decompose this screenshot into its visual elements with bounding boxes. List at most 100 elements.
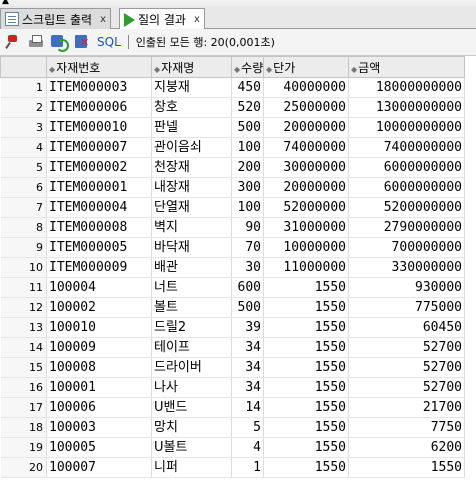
- name-cell[interactable]: 단열재: [151, 197, 232, 218]
- name-cell[interactable]: 니퍼: [151, 457, 232, 478]
- row-number-cell[interactable]: 7: [0, 197, 47, 218]
- amount-cell[interactable]: 775000: [348, 297, 465, 318]
- amount-cell[interactable]: 6000000000: [348, 177, 465, 198]
- tab-script-output[interactable]: 스크립트 출력 x: [0, 8, 111, 29]
- row-number-cell[interactable]: 20: [0, 457, 47, 478]
- price-cell[interactable]: 1550: [263, 337, 349, 358]
- table-row[interactable]: 11 100004 너트 600 1550 930000: [0, 277, 465, 298]
- price-cell[interactable]: 40000000: [263, 77, 349, 98]
- table-row[interactable]: 10 ITEM000009 배관 30 11000000 330000000: [0, 257, 465, 278]
- code-cell[interactable]: ITEM000005: [46, 237, 152, 258]
- table-row[interactable]: 19 100005 U볼트 4 1550 6200: [0, 437, 465, 458]
- code-cell[interactable]: ITEM000006: [46, 97, 152, 118]
- table-row[interactable]: 14 100009 테이프 34 1550 52700: [0, 337, 465, 358]
- code-cell[interactable]: 100001: [46, 377, 152, 398]
- qty-cell[interactable]: 90: [231, 217, 264, 238]
- code-cell[interactable]: ITEM000009: [46, 257, 152, 278]
- table-row[interactable]: 16 100001 나사 34 1550 52700: [0, 377, 465, 398]
- qty-cell[interactable]: 1: [231, 457, 264, 478]
- price-cell[interactable]: 1550: [263, 457, 349, 478]
- qty-cell[interactable]: 500: [231, 297, 264, 318]
- amount-cell[interactable]: 7750: [348, 417, 465, 438]
- row-number-cell[interactable]: 16: [0, 377, 47, 398]
- code-cell[interactable]: ITEM000008: [46, 217, 152, 238]
- price-cell[interactable]: 20000000: [263, 177, 349, 198]
- code-cell[interactable]: ITEM000001: [46, 177, 152, 198]
- amount-cell[interactable]: 52700: [348, 377, 465, 398]
- amount-cell[interactable]: 2790000000: [348, 217, 465, 238]
- qty-cell[interactable]: 520: [231, 97, 264, 118]
- row-number-cell[interactable]: 10: [0, 257, 47, 278]
- column-header-name[interactable]: ◆자재명: [151, 56, 232, 78]
- table-row[interactable]: 20 100007 니퍼 1 1550 1550: [0, 457, 465, 478]
- qty-cell[interactable]: 500: [231, 117, 264, 138]
- table-row[interactable]: 3 ITEM000010 판넬 500 20000000 10000000000: [0, 117, 465, 138]
- price-cell[interactable]: 31000000: [263, 217, 349, 238]
- row-number-cell[interactable]: 2: [0, 97, 47, 118]
- qty-cell[interactable]: 100: [231, 197, 264, 218]
- qty-cell[interactable]: 34: [231, 357, 264, 378]
- code-cell[interactable]: 100004: [46, 277, 152, 298]
- refresh-icon[interactable]: [51, 34, 69, 52]
- price-cell[interactable]: 1550: [263, 397, 349, 418]
- table-row[interactable]: 1 ITEM000003 지붕재 450 40000000 18000000000: [0, 77, 465, 98]
- qty-cell[interactable]: 34: [231, 377, 264, 398]
- price-cell[interactable]: 1550: [263, 297, 349, 318]
- price-cell[interactable]: 1550: [263, 277, 349, 298]
- row-number-cell[interactable]: 8: [0, 217, 47, 238]
- sql-button[interactable]: SQL: [97, 35, 121, 49]
- code-cell[interactable]: ITEM000004: [46, 197, 152, 218]
- code-cell[interactable]: 100010: [46, 317, 152, 338]
- amount-cell[interactable]: 60450: [348, 317, 465, 338]
- table-row[interactable]: 12 100002 볼트 500 1550 775000: [0, 297, 465, 318]
- row-number-cell[interactable]: 5: [0, 157, 47, 178]
- name-cell[interactable]: 드라이버: [151, 357, 232, 378]
- amount-cell[interactable]: 18000000000: [348, 77, 465, 98]
- name-cell[interactable]: 관이음쇠: [151, 137, 232, 158]
- amount-cell[interactable]: 6000000000: [348, 157, 465, 178]
- column-header-amount[interactable]: ◆금액: [348, 56, 465, 78]
- row-number-cell[interactable]: 4: [0, 137, 47, 158]
- name-cell[interactable]: 나사: [151, 377, 232, 398]
- row-number-cell[interactable]: 15: [0, 357, 47, 378]
- price-cell[interactable]: 25000000: [263, 97, 349, 118]
- row-number-header[interactable]: [0, 56, 47, 78]
- row-number-cell[interactable]: 14: [0, 337, 47, 358]
- code-cell[interactable]: 100006: [46, 397, 152, 418]
- code-cell[interactable]: 100005: [46, 437, 152, 458]
- qty-cell[interactable]: 5: [231, 417, 264, 438]
- column-header-price[interactable]: ◆단가: [263, 56, 349, 78]
- table-row[interactable]: 9 ITEM000005 바닥재 70 10000000 700000000: [0, 237, 465, 258]
- code-cell[interactable]: ITEM000002: [46, 157, 152, 178]
- row-number-cell[interactable]: 19: [0, 437, 47, 458]
- row-number-cell[interactable]: 12: [0, 297, 47, 318]
- name-cell[interactable]: 볼트: [151, 297, 232, 318]
- row-number-cell[interactable]: 6: [0, 177, 47, 198]
- row-number-cell[interactable]: 9: [0, 237, 47, 258]
- amount-cell[interactable]: 1550: [348, 457, 465, 478]
- name-cell[interactable]: 창호: [151, 97, 232, 118]
- pin-icon[interactable]: [5, 34, 21, 50]
- column-header-code[interactable]: ◆자재번호: [46, 56, 152, 78]
- code-cell[interactable]: ITEM000010: [46, 117, 152, 138]
- name-cell[interactable]: 망치: [151, 417, 232, 438]
- name-cell[interactable]: 천장재: [151, 157, 232, 178]
- code-cell[interactable]: 100008: [46, 357, 152, 378]
- row-number-cell[interactable]: 18: [0, 417, 47, 438]
- qty-cell[interactable]: 200: [231, 157, 264, 178]
- code-cell[interactable]: ITEM000003: [46, 77, 152, 98]
- table-row[interactable]: 17 100006 U밴드 14 1550 21700: [0, 397, 465, 418]
- row-number-cell[interactable]: 3: [0, 117, 47, 138]
- code-cell[interactable]: ITEM000007: [46, 137, 152, 158]
- price-cell[interactable]: 1550: [263, 377, 349, 398]
- qty-cell[interactable]: 70: [231, 237, 264, 258]
- tab-script-output-close-icon[interactable]: x: [100, 14, 106, 25]
- table-row[interactable]: 15 100008 드라이버 34 1550 52700: [0, 357, 465, 378]
- name-cell[interactable]: 판넬: [151, 117, 232, 138]
- qty-cell[interactable]: 300: [231, 177, 264, 198]
- name-cell[interactable]: 테이프: [151, 337, 232, 358]
- qty-cell[interactable]: 30: [231, 257, 264, 278]
- name-cell[interactable]: U밴드: [151, 397, 232, 418]
- qty-cell[interactable]: 600: [231, 277, 264, 298]
- table-row[interactable]: 4 ITEM000007 관이음쇠 100 74000000 7400000000: [0, 137, 465, 158]
